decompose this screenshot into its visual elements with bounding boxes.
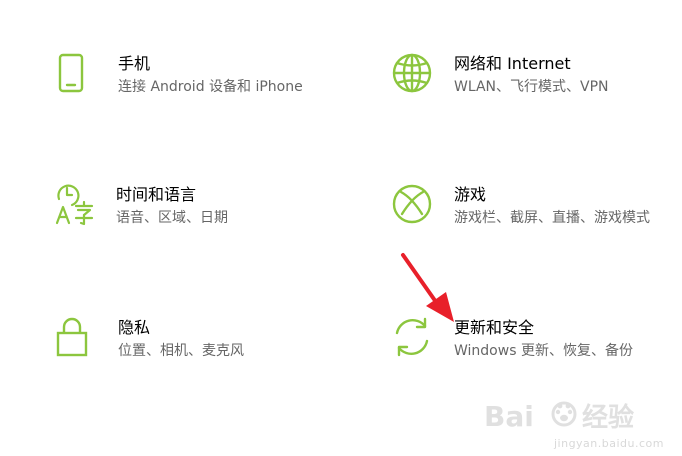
tile-description: 语音、区域、日期	[116, 210, 228, 226]
tile-title: 手机	[118, 54, 151, 73]
phone-icon	[58, 53, 84, 93]
watermark: Bai 经验 jingyan.baidu.com	[482, 398, 672, 450]
tile-description: WLAN、飞行模式、VPN	[454, 79, 609, 95]
tile-title: 更新和安全	[454, 318, 535, 337]
svg-text:Bai: Bai	[484, 400, 534, 432]
tile-description: 位置、相机、麦克风	[118, 343, 244, 359]
sync-icon	[395, 317, 429, 357]
tile-title: 隐私	[118, 318, 151, 337]
tile-phone[interactable]: 手机 连接 Android 设备和 iPhone	[56, 52, 346, 118]
tile-title: 网络和 Internet	[454, 54, 571, 73]
tile-gaming[interactable]: 游戏 游戏栏、截屏、直播、游戏模式	[392, 183, 672, 249]
svg-text:经验: 经验	[582, 402, 634, 432]
tile-description: Windows 更新、恢复、备份	[454, 343, 633, 359]
globe-icon	[392, 53, 432, 93]
lock-icon	[56, 317, 88, 357]
watermark-url: jingyan.baidu.com	[553, 437, 664, 450]
time-language-icon	[55, 184, 94, 226]
tile-title: 时间和语言	[116, 185, 197, 204]
tile-privacy[interactable]: 隐私 位置、相机、麦克风	[56, 316, 346, 382]
tile-network-internet[interactable]: 网络和 Internet WLAN、飞行模式、VPN	[392, 52, 662, 118]
xbox-icon	[392, 184, 432, 224]
baidu-jingyan-logo: Bai 经验	[484, 400, 634, 432]
tile-update-security[interactable]: 更新和安全 Windows 更新、恢复、备份	[392, 316, 672, 382]
tile-title: 游戏	[454, 185, 487, 204]
tile-description: 游戏栏、截屏、直播、游戏模式	[454, 210, 650, 226]
tile-description: 连接 Android 设备和 iPhone	[118, 79, 303, 95]
tile-time-language[interactable]: 时间和语言 语音、区域、日期	[54, 183, 344, 249]
